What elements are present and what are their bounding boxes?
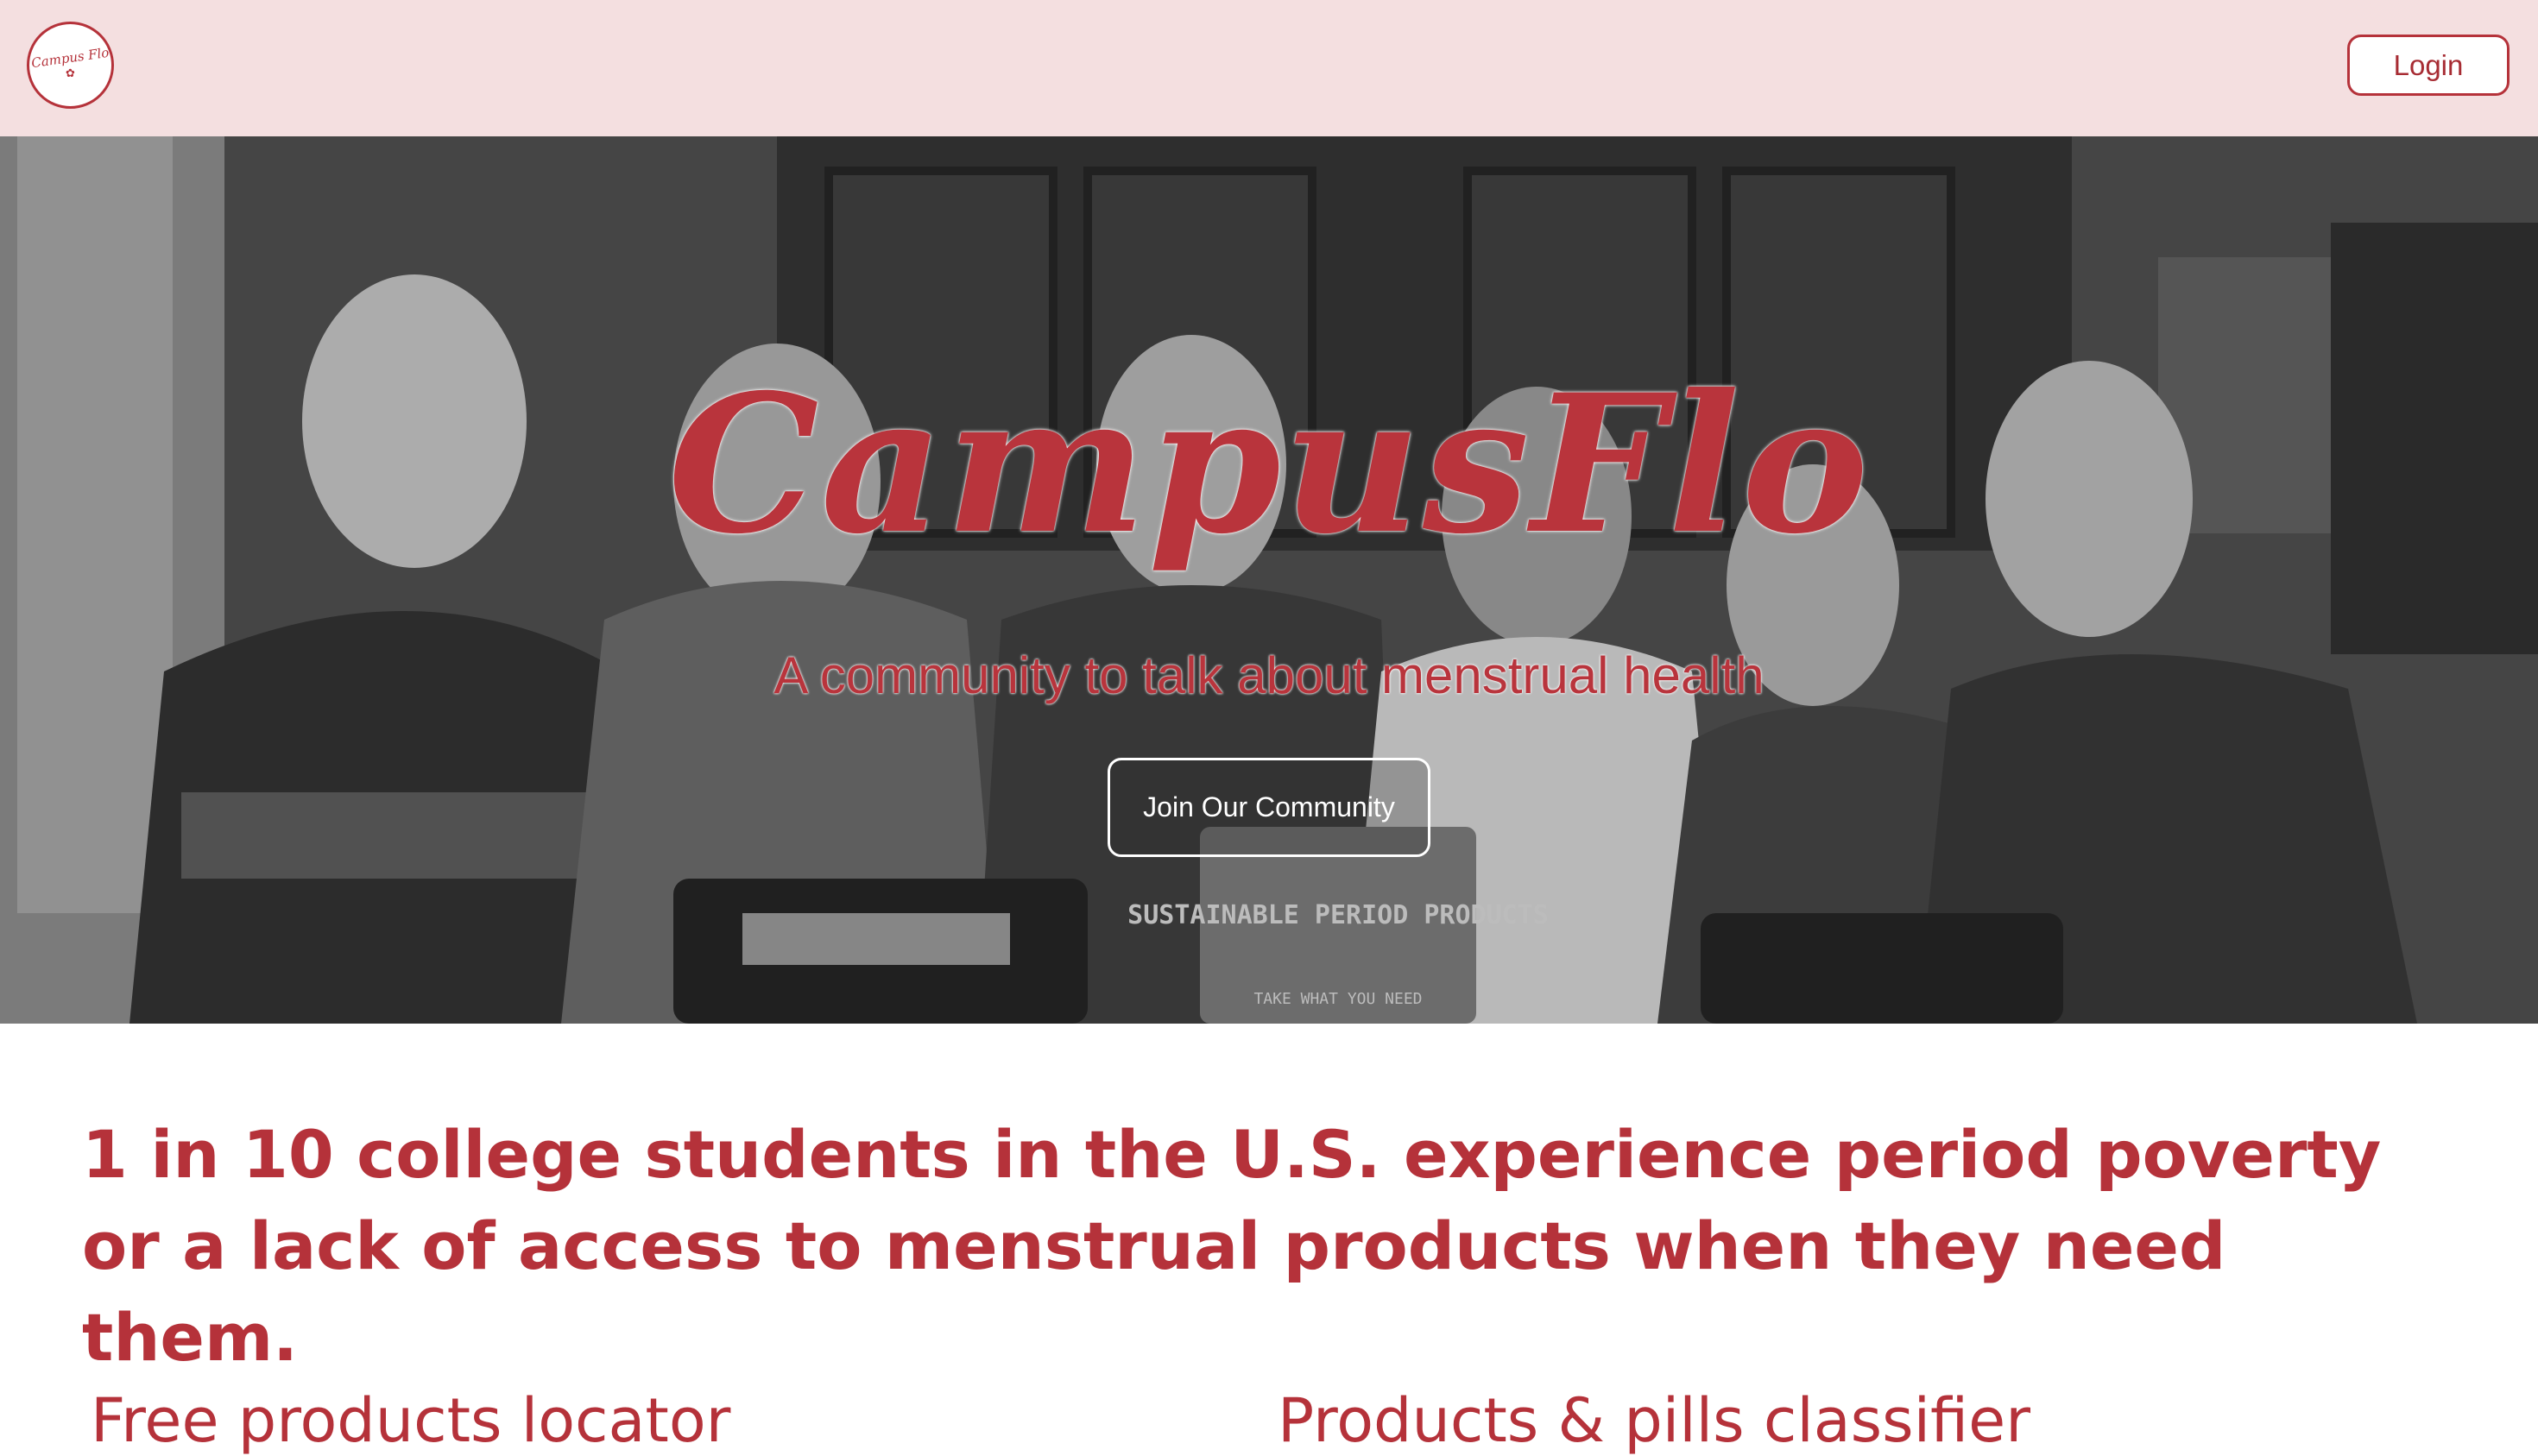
flower-icon: ✿ (66, 67, 75, 80)
hero-subtitle: A community to talk about menstrual heal… (773, 646, 1765, 704)
hero-group-photo: SUSTAINABLE PERIOD PRODUCTS TAKE WHAT YO… (0, 136, 2538, 1024)
period-poverty-statistic: 1 in 10 college students in the U.S. exp… (82, 1116, 2382, 1376)
hero-title: CampusFlo (667, 352, 1871, 576)
hero-banner: SUSTAINABLE PERIOD PRODUCTS TAKE WHAT YO… (0, 136, 2538, 1024)
login-button[interactable]: Login (2347, 35, 2510, 96)
site-header: Campus Flo ✿ Login (0, 0, 2538, 136)
campusflo-logo[interactable]: Campus Flo ✿ (27, 22, 114, 109)
join-community-button[interactable]: Join Our Community (1108, 758, 1430, 857)
feature-classifier-heading: Products & pills classifier (1278, 1385, 2030, 1456)
feature-products-locator-heading: Free products locator (91, 1385, 731, 1456)
